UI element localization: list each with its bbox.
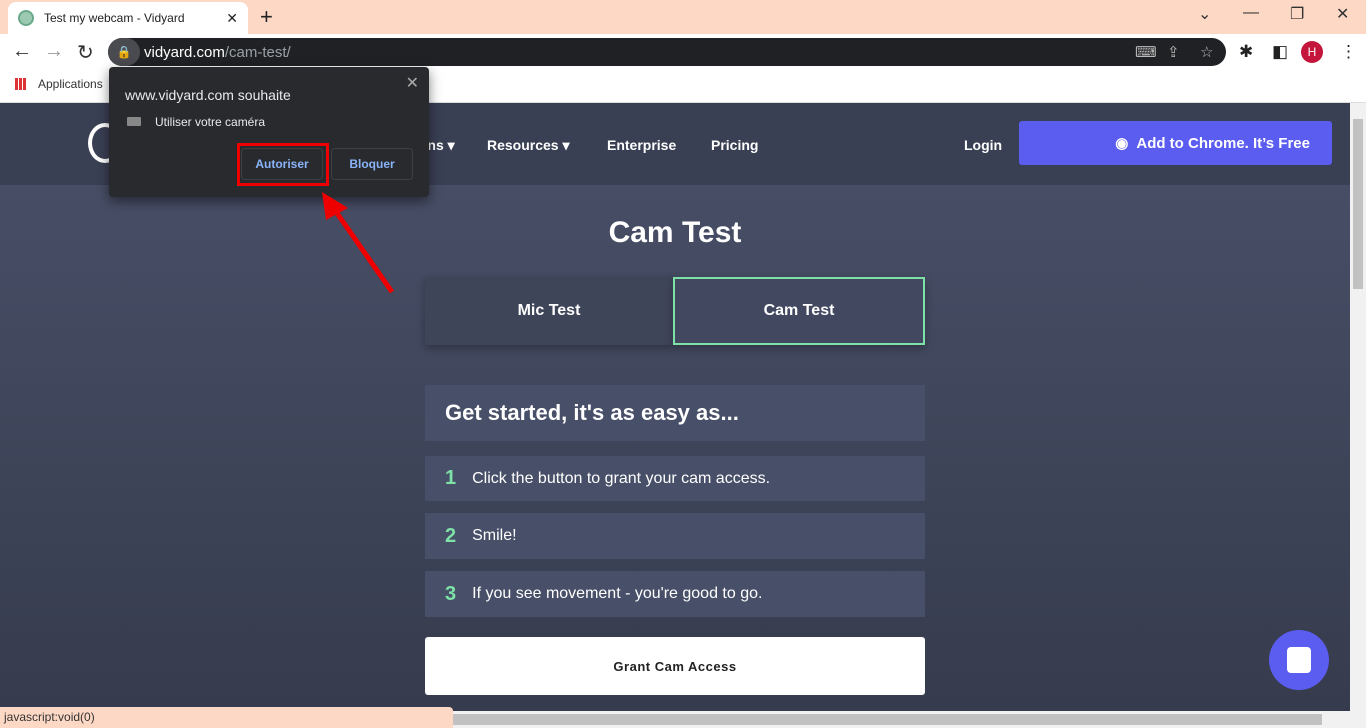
restore-icon[interactable]: ❐ bbox=[1290, 4, 1304, 24]
browser-tab[interactable]: Test my webcam - Vidyard ✕ bbox=[8, 2, 248, 34]
translate-icon[interactable]: ⌨ bbox=[1135, 43, 1157, 61]
address-bar[interactable]: 🔒 vidyard.com/cam-test/ ⌨ ⇪ ☆ bbox=[108, 38, 1226, 66]
chat-icon bbox=[1287, 647, 1311, 673]
add-to-chrome-button[interactable]: ◉ Add to Chrome. It’s Free bbox=[1019, 121, 1332, 165]
nav-pricing[interactable]: Pricing bbox=[711, 137, 758, 153]
block-button[interactable]: Bloquer bbox=[331, 148, 413, 180]
bookmark-star-icon[interactable]: ☆ bbox=[1200, 43, 1213, 61]
vertical-scrollbar[interactable] bbox=[1350, 103, 1366, 711]
apps-icon[interactable] bbox=[15, 78, 27, 90]
step-item: 3 If you see movement - you're good to go… bbox=[425, 571, 925, 617]
login-link[interactable]: Login bbox=[964, 137, 1002, 153]
close-window-icon[interactable]: ✕ bbox=[1336, 4, 1349, 24]
nav-enterprise[interactable]: Enterprise bbox=[607, 137, 676, 153]
side-panel-icon[interactable]: ◧ bbox=[1272, 42, 1288, 62]
avatar[interactable]: H bbox=[1301, 41, 1323, 63]
back-icon[interactable]: ← bbox=[12, 40, 32, 63]
tab-mic-test[interactable]: Mic Test bbox=[425, 277, 673, 345]
steps-heading-card: Get started, it's as easy as... bbox=[425, 385, 925, 441]
tab-search-icon[interactable]: ⌄ bbox=[1198, 4, 1211, 24]
new-tab-icon[interactable]: + bbox=[260, 4, 273, 30]
steps-heading: Get started, it's as easy as... bbox=[445, 400, 739, 425]
url-path: /cam-test/ bbox=[224, 43, 291, 61]
highlight-box bbox=[237, 143, 329, 186]
test-tabs: Mic Test Cam Test bbox=[425, 277, 925, 345]
forward-icon[interactable]: → bbox=[44, 40, 64, 63]
chrome-icon: ◉ bbox=[1115, 135, 1129, 152]
vidyard-favicon-icon bbox=[18, 10, 34, 26]
bookmark-applications[interactable]: Applications bbox=[38, 77, 103, 91]
close-tab-icon[interactable]: ✕ bbox=[226, 10, 238, 27]
share-icon[interactable]: ⇪ bbox=[1167, 43, 1180, 61]
tab-title: Test my webcam - Vidyard bbox=[44, 11, 185, 25]
permission-text: Utiliser votre caméra bbox=[155, 115, 266, 129]
chat-launcher-button[interactable] bbox=[1269, 630, 1329, 690]
url-domain: vidyard.com bbox=[144, 43, 225, 61]
camera-icon bbox=[127, 117, 141, 126]
grant-cam-access-button[interactable]: Grant Cam Access bbox=[425, 637, 925, 695]
lock-icon[interactable]: 🔒 bbox=[108, 38, 140, 66]
reload-icon[interactable]: ↻ bbox=[77, 40, 94, 65]
tab-cam-test[interactable]: Cam Test bbox=[673, 277, 925, 345]
nav-resources[interactable]: Resources ▾ bbox=[487, 137, 570, 154]
page-title: Cam Test bbox=[608, 216, 742, 249]
annotation-arrow bbox=[322, 192, 395, 294]
menu-icon[interactable]: ⋮ bbox=[1340, 42, 1357, 62]
tab-strip: Test my webcam - Vidyard ✕ + ⌄ — ❐ ✕ bbox=[0, 0, 1366, 34]
extensions-icon[interactable]: ✱ bbox=[1239, 42, 1253, 62]
popup-title: www.vidyard.com souhaite bbox=[125, 87, 291, 103]
step-item: 1 Click the button to grant your cam acce… bbox=[425, 456, 925, 501]
minimize-icon[interactable]: — bbox=[1243, 4, 1259, 22]
close-icon[interactable]: ✕ bbox=[406, 73, 419, 93]
status-bar: javascript:void(0) bbox=[0, 707, 453, 728]
step-item: 2 Smile! bbox=[425, 513, 925, 559]
